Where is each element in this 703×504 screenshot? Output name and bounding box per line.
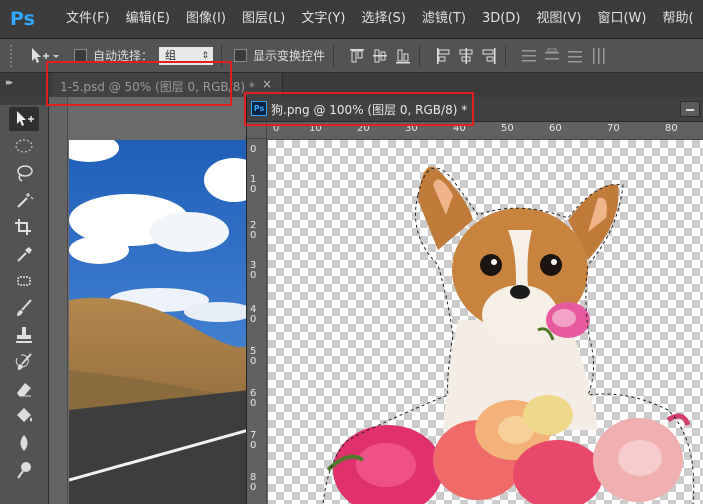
separator <box>333 44 335 67</box>
ruler-tick-label: 8 0 <box>250 472 257 493</box>
highlight-box-doc1-tab <box>46 61 232 106</box>
options-grip[interactable] <box>10 44 18 67</box>
menu-view[interactable]: 视图(V) <box>528 0 589 38</box>
align-right-icon[interactable] <box>481 47 497 65</box>
distribute-bottom-icon[interactable] <box>567 47 583 65</box>
separator <box>505 44 507 67</box>
landscape-image <box>69 140 249 504</box>
tool-eraser[interactable] <box>0 375 48 402</box>
ruler-tick-label: 4 0 <box>250 304 257 325</box>
minimize-button[interactable] <box>680 101 700 117</box>
tool-eyedropper[interactable] <box>0 240 48 267</box>
menu-select[interactable]: 选择(S) <box>353 0 413 38</box>
ruler-tick-label: 5 0 <box>250 346 257 367</box>
tool-blur[interactable] <box>0 429 48 456</box>
highlight-box-doc2-title <box>244 92 474 126</box>
vertical-ruler-doc2[interactable]: 0 1 0 2 0 3 0 4 0 5 0 6 0 7 0 8 0 <box>247 139 267 504</box>
menu-file[interactable]: 文件(F) <box>58 0 118 38</box>
move-icon <box>17 110 34 126</box>
tool-stamp[interactable] <box>0 321 48 348</box>
ruler-tick-label: 1 0 <box>250 174 257 195</box>
align-top-icon[interactable] <box>349 47 365 65</box>
history-brush-icon <box>15 352 32 370</box>
menu-filter[interactable]: 滤镜(T) <box>414 0 474 38</box>
menu-image[interactable]: 图像(I) <box>178 0 234 38</box>
menu-edit[interactable]: 编辑(E) <box>118 0 178 38</box>
eyedropper-icon <box>17 246 32 262</box>
menu-bar: Ps 文件(F) 编辑(E) 图像(I) 图层(L) 文字(Y) 选择(S) 滤… <box>0 0 703 39</box>
transparent-canvas[interactable] <box>268 140 703 504</box>
menu: 文件(F) 编辑(E) 图像(I) 图层(L) 文字(Y) 选择(S) 滤镜(T… <box>58 0 702 38</box>
vertical-ruler <box>49 97 68 504</box>
ruler-tick-label: 70 <box>607 123 620 134</box>
tool-magic-wand[interactable] <box>0 186 48 213</box>
collapse-panel-icon[interactable]: ▸▸ <box>6 78 13 88</box>
ruler-tick-label: 50 <box>501 123 514 134</box>
auto-select-value: 组 <box>165 48 177 62</box>
show-transform-label: 显示变换控件 <box>253 49 326 63</box>
marquee-icon <box>15 139 33 152</box>
dog-with-roses-image <box>322 166 695 504</box>
tool-crop[interactable] <box>0 213 48 240</box>
menu-layer[interactable]: 图层(L) <box>234 0 293 38</box>
align-vcenter-icon[interactable] <box>372 47 388 65</box>
landscape-canvas[interactable] <box>69 140 249 504</box>
tool-healing[interactable] <box>0 267 48 294</box>
tool-marquee[interactable] <box>0 132 48 159</box>
show-transform-checkbox[interactable] <box>234 49 248 62</box>
menu-window[interactable]: 窗口(W) <box>589 0 654 38</box>
dodge-icon <box>17 461 31 479</box>
eraser-icon <box>17 382 31 396</box>
align-left-icon[interactable] <box>435 47 451 65</box>
ruler-tick-label: 3 0 <box>250 260 257 281</box>
distribute-vcenter-icon[interactable] <box>544 47 560 65</box>
tool-lasso[interactable] <box>0 159 48 186</box>
ruler-tick-label: 0 <box>250 144 257 155</box>
ruler-tick-label: 6 0 <box>250 388 257 409</box>
ruler-tick-label: 60 <box>549 123 562 134</box>
tool-dodge[interactable] <box>0 456 48 483</box>
photoshop-logo: Ps <box>10 8 35 30</box>
close-icon[interactable]: × <box>262 77 272 91</box>
lasso-icon <box>17 164 33 182</box>
stamp-icon <box>16 326 32 343</box>
tool-move[interactable] <box>0 105 48 132</box>
document-window-2[interactable]: Ps 狗.png @ 100% (图层 0, RGB/8) * 0 10 20 … <box>246 97 703 504</box>
separator <box>419 44 421 67</box>
align-hcenter-icon[interactable] <box>458 47 474 65</box>
tools-panel-header[interactable] <box>0 97 48 105</box>
ruler-tick-label: 7 0 <box>250 430 257 451</box>
brush-icon <box>17 298 32 316</box>
healing-icon <box>17 275 31 286</box>
ruler-tick-label: 80 <box>665 123 678 134</box>
menu-type[interactable]: 文字(Y) <box>293 0 353 38</box>
menu-3d[interactable]: 3D(D) <box>474 0 528 38</box>
document-window-1[interactable] <box>49 97 249 504</box>
tool-history-brush[interactable] <box>0 348 48 375</box>
paint-bucket-icon <box>17 407 32 422</box>
menu-help[interactable]: 帮助( <box>654 0 701 38</box>
tools-panel <box>0 97 49 504</box>
magic-wand-icon <box>17 192 34 208</box>
tool-brush[interactable] <box>0 294 48 321</box>
blur-icon <box>20 434 28 451</box>
crop-icon <box>15 218 31 235</box>
align-bottom-icon[interactable] <box>395 47 411 65</box>
distribute-top-icon[interactable] <box>521 47 537 65</box>
distribute-left-icon[interactable] <box>590 47 606 65</box>
tool-paint-bucket[interactable] <box>0 402 48 429</box>
ruler-tick-label: 2 0 <box>250 220 257 241</box>
